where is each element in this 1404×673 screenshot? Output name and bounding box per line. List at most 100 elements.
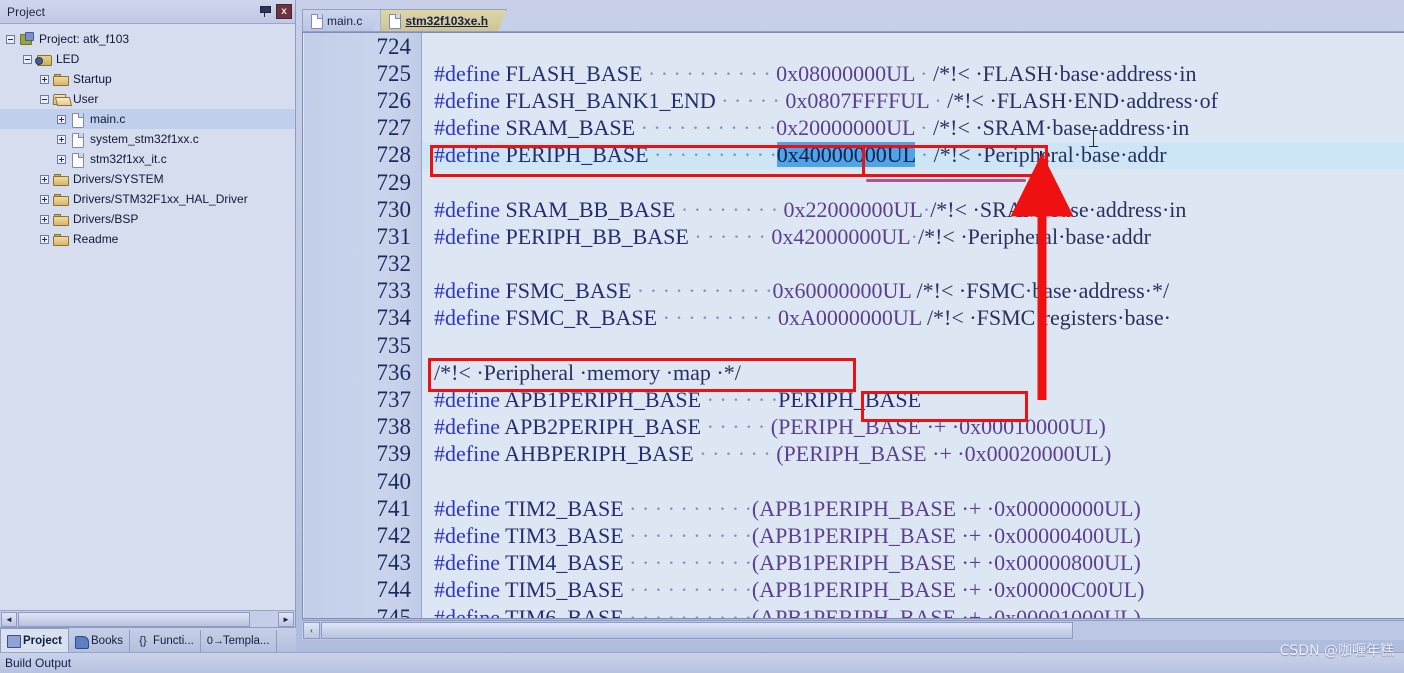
line-number: 726	[376, 87, 412, 113]
project-horizontal-scrollbar[interactable]: ◄ ►	[0, 610, 295, 627]
expand-icon[interactable]	[40, 74, 49, 84]
code-line-737[interactable]: 737 #define APB1PERIPH_BASE · · · · · ·PE…	[303, 386, 1404, 413]
scroll-left-icon[interactable]: ◄	[1, 611, 17, 627]
panel-tab-functi[interactable]: {} Functi...	[130, 630, 201, 652]
tree-item-readme[interactable]: Readme	[0, 229, 295, 249]
line-number: 730	[376, 196, 412, 222]
scroll-thumb[interactable]	[18, 611, 250, 627]
code-text[interactable]: #define TIM5_BASE · · · · · · · · · ·(AP…	[421, 577, 1404, 603]
code-text[interactable]: #define FSMC_BASE · · · · · · · · · · ·0…	[421, 278, 1404, 304]
code-line-741[interactable]: 741 #define TIM2_BASE · · · · · · · · · ·…	[303, 495, 1404, 522]
editor-horizontal-scrollbar[interactable]: ‹	[302, 620, 1404, 640]
tree-item-user[interactable]: User	[0, 89, 295, 109]
tree-item-system-stm32f1xx-c[interactable]: system_stm32f1xx.c	[0, 129, 295, 149]
project-tree[interactable]: Project: atk_f103 LED Startup User main.c sys…	[0, 24, 295, 610]
code-token: · · · · · · · · · ·	[623, 495, 752, 521]
scroll-track[interactable]	[18, 611, 277, 627]
code-line-734[interactable]: 734 #define FSMC_R_BASE · · · · · · · · ·…	[303, 305, 1404, 332]
code-text[interactable]: #define SRAM_BASE · · · · · · · · · · ·0…	[421, 115, 1404, 141]
code-token: ·	[914, 60, 928, 86]
collapse-icon[interactable]	[23, 54, 32, 64]
code-text[interactable]: #define APB1PERIPH_BASE · · · · · ·PERIP…	[421, 387, 1404, 413]
panel-tab-books[interactable]: Books	[69, 630, 130, 652]
code-line-735[interactable]: 735	[303, 332, 1404, 359]
code-line-738[interactable]: 738 #define APB2PERIPH_BASE · · · · · (PE…	[303, 414, 1404, 441]
panel-tab-project[interactable]: Project	[0, 628, 69, 652]
code-lines[interactable]: 724 725 #define FLASH_BASE · · · · · · · ·…	[303, 33, 1404, 618]
code-line-724[interactable]: 724	[303, 33, 1404, 60]
expand-icon[interactable]	[40, 194, 49, 204]
tree-item-drivers-bsp[interactable]: Drivers/BSP	[0, 209, 295, 229]
code-text[interactable]: #define PERIPH_BASE · · · · · · · · · ·0…	[421, 142, 1404, 168]
code-text[interactable]: #define TIM4_BASE · · · · · · · · · ·(AP…	[421, 550, 1404, 576]
code-text[interactable]: #define TIM2_BASE · · · · · · · · · ·(AP…	[421, 496, 1404, 522]
expand-icon[interactable]	[40, 174, 49, 184]
tree-item-stm32f1xx-it-c[interactable]: stm32f1xx_it.c	[0, 149, 295, 169]
expand-icon[interactable]	[40, 214, 49, 224]
pin-icon[interactable]	[257, 4, 272, 19]
editor-scroll-left-icon[interactable]: ‹	[303, 622, 320, 639]
code-token: SRAM_BASE	[505, 115, 636, 141]
close-icon[interactable]: x	[276, 4, 292, 19]
code-line-727[interactable]: 727 #define SRAM_BASE · · · · · · · · · ·…	[303, 115, 1404, 142]
scroll-right-icon[interactable]: ►	[278, 611, 294, 627]
editor-tab-strip[interactable]: main.c stm32f103xe.h	[302, 8, 1404, 32]
folder-open-icon	[52, 92, 69, 107]
code-line-745[interactable]: 745 #define TIM6_BASE · · · · · · · · · ·…	[303, 604, 1404, 619]
tree-item-startup[interactable]: Startup	[0, 69, 295, 89]
status-bar: Build Output	[0, 652, 1404, 673]
code-text[interactable]: #define TIM3_BASE · · · · · · · · · ·(AP…	[421, 523, 1404, 549]
tree-item-label: stm32f1xx_it.c	[90, 152, 167, 166]
code-line-736[interactable]: 736 /*!< ·Peripheral ·memory ·map ·*/	[303, 359, 1404, 386]
tree-item-drivers-system[interactable]: Drivers/SYSTEM	[0, 169, 295, 189]
tree-item-main-c[interactable]: main.c	[0, 109, 295, 129]
collapse-icon[interactable]	[40, 94, 49, 104]
tree-item-project-atk-f103[interactable]: Project: atk_f103	[0, 29, 295, 49]
code-line-739[interactable]: 739 #define AHBPERIPH_BASE · · · · · · (P…	[303, 441, 1404, 468]
code-line-726[interactable]: 726 #define FLASH_BANK1_END · · · · · 0x0…	[303, 87, 1404, 114]
tree-item-led[interactable]: LED	[0, 49, 295, 69]
code-text[interactable]: /*!< ·Peripheral ·memory ·map ·*/	[421, 360, 1404, 386]
code-text[interactable]: #define PERIPH_BB_BASE · · · · · · 0x420…	[421, 224, 1404, 250]
expand-icon[interactable]	[57, 154, 66, 164]
code-token: PERIPH_BB_BASE	[505, 223, 689, 249]
code-token: #define	[434, 196, 500, 222]
code-text[interactable]: #define FLASH_BANK1_END · · · · · 0x0807…	[421, 88, 1404, 114]
panel-tab-strip[interactable]: Project Books {} Functi... 0→ Templa...	[0, 628, 296, 652]
code-token: AHBPERIPH_BASE	[504, 441, 694, 467]
tree-item-label: User	[73, 92, 99, 106]
editor-scroll-thumb[interactable]	[321, 622, 1073, 639]
expand-icon[interactable]	[40, 234, 49, 244]
editor-tab-stm32f103xe-h[interactable]: stm32f103xe.h	[380, 9, 507, 31]
code-token: · · · · · ·	[693, 441, 777, 467]
collapse-icon[interactable]	[6, 34, 15, 44]
code-text[interactable]: #define AHBPERIPH_BASE · · · · · · (PERI…	[421, 441, 1404, 467]
code-text[interactable]: #define FLASH_BASE · · · · · · · · · · 0…	[421, 61, 1404, 87]
expand-icon[interactable]	[57, 114, 66, 124]
code-line-733[interactable]: 733 #define FSMC_BASE · · · · · · · · · ·…	[303, 278, 1404, 305]
code-line-731[interactable]: 731 #define PERIPH_BB_BASE · · · · · · 0x…	[303, 223, 1404, 250]
editor-tab-main-c[interactable]: main.c	[302, 9, 381, 31]
code-line-728[interactable]: 728 #define PERIPH_BASE · · · · · · · · ·…	[303, 141, 1404, 169]
code-line-743[interactable]: 743 #define TIM4_BASE · · · · · · · · · ·…	[303, 550, 1404, 577]
code-line-725[interactable]: 725 #define FLASH_BASE · · · · · · · · · …	[303, 60, 1404, 87]
line-number: 740	[376, 468, 412, 494]
code-line-744[interactable]: 744 #define TIM5_BASE · · · · · · · · · ·…	[303, 577, 1404, 604]
code-token: /*!< ·FLASH·END·address·of	[941, 87, 1218, 113]
line-number: 745	[376, 604, 412, 619]
code-text[interactable]: #define APB2PERIPH_BASE · · · · · (PERIP…	[421, 414, 1404, 440]
code-text[interactable]: #define TIM6_BASE · · · · · · · · · ·(AP…	[421, 605, 1404, 618]
project-panel-titlebar: Project x	[0, 0, 295, 24]
code-line-732[interactable]: 732	[303, 251, 1404, 278]
code-line-729[interactable]: 729	[303, 169, 1404, 196]
tree-item-label: Readme	[73, 232, 119, 246]
code-line-740[interactable]: 740	[303, 468, 1404, 495]
code-line-730[interactable]: 730 #define SRAM_BB_BASE · · · · · · · · …	[303, 196, 1404, 223]
panel-tab-templa[interactable]: 0→ Templa...	[201, 630, 277, 652]
tree-item-drivers-stm32f1xx-hal-driver[interactable]: Drivers/STM32F1xx_HAL_Driver	[0, 189, 295, 209]
code-line-742[interactable]: 742 #define TIM3_BASE · · · · · · · · · ·…	[303, 522, 1404, 549]
code-editor[interactable]: 724 725 #define FLASH_BASE · · · · · · · ·…	[302, 32, 1404, 619]
code-text[interactable]: #define FSMC_R_BASE · · · · · · · · · 0x…	[421, 305, 1404, 331]
code-text[interactable]: #define SRAM_BB_BASE · · · · · · · · 0x2…	[421, 197, 1404, 223]
expand-icon[interactable]	[57, 134, 66, 144]
